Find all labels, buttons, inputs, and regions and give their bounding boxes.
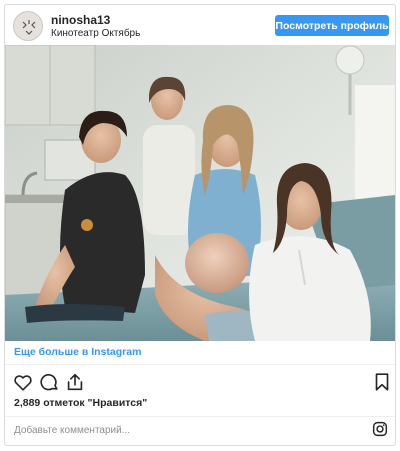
bookmark-icon[interactable] xyxy=(371,371,393,393)
avatar[interactable] xyxy=(13,11,43,41)
action-bar xyxy=(5,369,395,395)
divider xyxy=(5,364,395,365)
username[interactable]: ninosha13 xyxy=(51,13,110,27)
instagram-embed-card: ninosha13 Кинотеатр Октябрь Посмотреть п… xyxy=(4,4,396,446)
heart-icon[interactable] xyxy=(12,371,34,393)
comment-icon[interactable] xyxy=(38,371,60,393)
location[interactable]: Кинотеатр Октябрь xyxy=(51,28,140,39)
view-profile-button[interactable]: Посмотреть профиль xyxy=(275,15,389,36)
post-photo[interactable] xyxy=(5,45,395,341)
post-header: ninosha13 Кинотеатр Октябрь Посмотреть п… xyxy=(5,5,395,45)
likes-count[interactable]: 2,889 отметок "Нравится" xyxy=(14,397,147,409)
more-on-instagram-link[interactable]: Еще больше в Instagram xyxy=(14,346,141,358)
comment-input[interactable] xyxy=(14,420,344,440)
instagram-icon[interactable] xyxy=(372,421,388,437)
divider xyxy=(5,416,395,417)
share-icon[interactable] xyxy=(64,371,86,393)
